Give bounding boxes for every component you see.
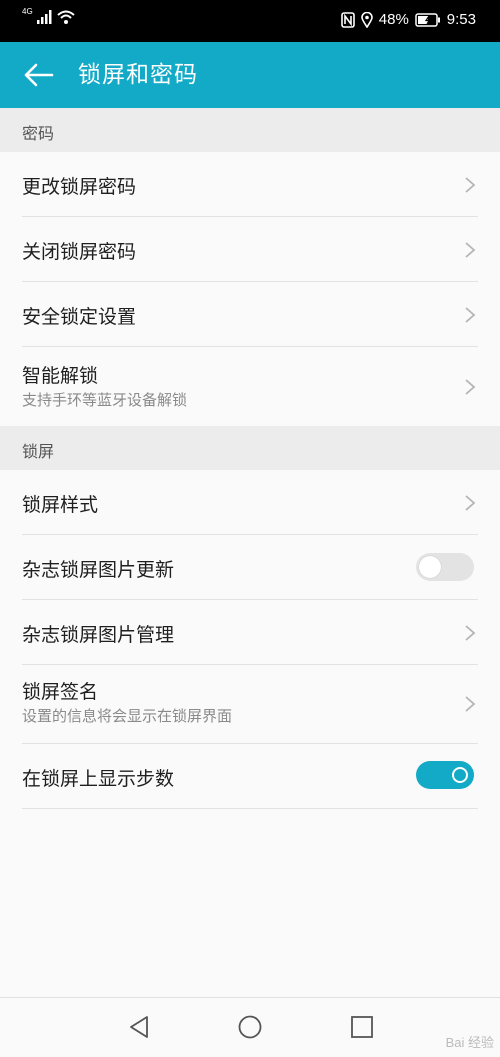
status-bar: 4G 48% 9:53: [0, 0, 500, 42]
network-type: 4G: [22, 7, 33, 16]
chevron-right-icon: [465, 696, 476, 712]
magazine-update-toggle[interactable]: [416, 553, 474, 581]
item-title: 更改锁屏密码: [22, 176, 137, 198]
list-item-lock-screen-signature[interactable]: 锁屏签名 设置的信息将会显示在锁屏界面: [0, 665, 500, 744]
list-item-change-lock-password[interactable]: 更改锁屏密码: [0, 152, 500, 217]
divider: [22, 808, 478, 809]
list-item-disable-lock-password[interactable]: 关闭锁屏密码: [0, 217, 500, 282]
section-header-lock-screen: 锁屏: [0, 426, 500, 470]
navigation-bar: Bai 经验: [0, 997, 500, 1057]
item-title: 锁屏样式: [22, 494, 99, 516]
item-title: 安全锁定设置: [22, 306, 137, 328]
nav-home-icon[interactable]: [237, 1014, 263, 1040]
list-item-security-lock-settings[interactable]: 安全锁定设置: [0, 282, 500, 347]
item-title: 锁屏签名: [22, 681, 99, 703]
chevron-right-icon: [465, 625, 476, 641]
battery-percent: 48%: [378, 11, 409, 28]
app-bar: 锁屏和密码: [0, 42, 500, 108]
item-title: 杂志锁屏图片管理: [22, 624, 175, 646]
toggle-knob: [452, 767, 468, 783]
item-title: 关闭锁屏密码: [22, 241, 137, 263]
section-header-password: 密码: [0, 108, 500, 152]
status-left: 4G: [22, 7, 75, 24]
clock: 9:53: [446, 11, 476, 28]
list-item-show-steps: 在锁屏上显示步数: [0, 744, 500, 809]
section-header-label: 密码: [22, 124, 55, 143]
nav-back-icon[interactable]: [127, 1014, 153, 1040]
chevron-right-icon: [465, 307, 476, 323]
item-title: 杂志锁屏图片更新: [22, 559, 175, 581]
back-arrow-icon[interactable]: [20, 60, 56, 90]
chevron-right-icon: [465, 177, 476, 193]
show-steps-toggle[interactable]: [416, 761, 474, 789]
password-list: 更改锁屏密码 关闭锁屏密码 安全锁定设置 智能解锁 支持手环等蓝牙设备解锁: [0, 152, 500, 426]
nav-recents-icon[interactable]: [349, 1014, 375, 1040]
item-title: 在锁屏上显示步数: [22, 768, 175, 790]
wifi-icon: [57, 10, 75, 24]
list-item-magazine-image-update: 杂志锁屏图片更新: [0, 535, 500, 600]
list-item-lock-screen-style[interactable]: 锁屏样式: [0, 470, 500, 535]
chevron-right-icon: [465, 495, 476, 511]
signal-icon: [36, 10, 52, 24]
chevron-right-icon: [465, 379, 476, 395]
list-item-smart-unlock[interactable]: 智能解锁 支持手环等蓝牙设备解锁: [0, 347, 500, 426]
chevron-right-icon: [465, 242, 476, 258]
list-item-magazine-image-manage[interactable]: 杂志锁屏图片管理: [0, 600, 500, 665]
page-title: 锁屏和密码: [78, 62, 198, 88]
watermark: Bai 经验: [445, 1035, 494, 1050]
lock-screen-list: 锁屏样式 杂志锁屏图片更新 杂志锁屏图片管理 锁屏签名 设置的信息将会显示在锁屏…: [0, 470, 500, 810]
item-subtitle: 支持手环等蓝牙设备解锁: [22, 391, 188, 409]
item-subtitle: 设置的信息将会显示在锁屏界面: [22, 707, 233, 725]
status-right: 48% 9:53: [340, 11, 476, 28]
battery-icon: [415, 12, 440, 27]
item-title: 智能解锁: [22, 365, 99, 387]
location-icon: [360, 11, 373, 28]
section-header-label: 锁屏: [22, 442, 55, 461]
toggle-knob: [419, 556, 441, 578]
nfc-icon: [340, 11, 355, 28]
